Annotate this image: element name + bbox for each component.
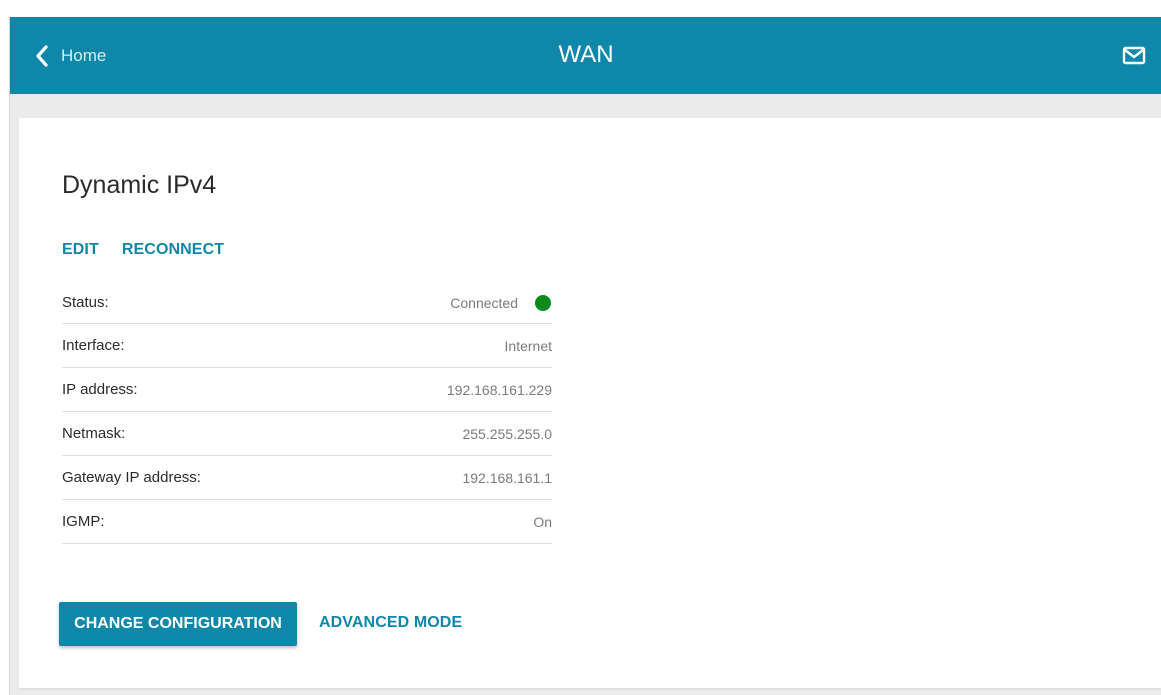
igmp-value: On (533, 513, 552, 530)
info-row-netmask: Netmask: 255.255.255.0 (62, 412, 552, 456)
edit-link[interactable]: EDIT (62, 241, 99, 259)
igmp-label: IGMP: (62, 513, 105, 530)
change-configuration-button[interactable]: CHANGE CONFIGURATION (59, 602, 297, 646)
reconnect-link[interactable]: RECONNECT (122, 241, 224, 259)
connection-actions: EDIT RECONNECT (62, 241, 224, 259)
info-row-interface: Interface: Internet (62, 324, 552, 368)
status-value-wrap: Connected (450, 294, 552, 311)
gateway-label: Gateway IP address: (62, 469, 201, 486)
info-row-igmp: IGMP: On (62, 500, 552, 544)
interface-label: Interface: (62, 337, 125, 354)
connection-info-table: Status: Connected Interface: Internet IP… (62, 282, 552, 544)
info-row-ip-address: IP address: 192.168.161.229 (62, 368, 552, 412)
connection-title: Dynamic IPv4 (62, 171, 217, 199)
ip-address-label: IP address: (62, 381, 138, 398)
info-row-status: Status: Connected (62, 282, 552, 324)
netmask-value: 255.255.255.0 (462, 425, 552, 442)
app-frame: Home WAN Dynamic IPv4 EDIT RECONNECT Sta… (9, 17, 1161, 695)
status-value: Connected (450, 294, 518, 311)
header-bar: Home WAN (10, 17, 1161, 94)
advanced-mode-link[interactable]: ADVANCED MODE (319, 614, 462, 632)
ip-address-value: 192.168.161.229 (446, 381, 552, 398)
gateway-value: 192.168.161.1 (462, 469, 552, 486)
connection-card: Dynamic IPv4 EDIT RECONNECT Status: Conn… (19, 118, 1161, 688)
envelope-icon[interactable] (1122, 46, 1146, 71)
info-row-gateway: Gateway IP address: 192.168.161.1 (62, 456, 552, 500)
page-title: WAN (558, 41, 614, 68)
status-label: Status: (62, 294, 109, 311)
netmask-label: Netmask: (62, 425, 126, 442)
interface-value: Internet (504, 337, 552, 354)
status-indicator-dot (535, 294, 551, 311)
